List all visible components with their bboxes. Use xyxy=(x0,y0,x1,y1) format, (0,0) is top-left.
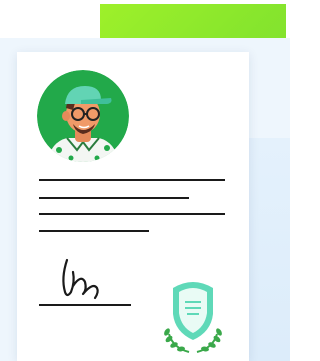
badge-seal-icon xyxy=(164,282,222,353)
document-card xyxy=(17,52,249,361)
text-line-1 xyxy=(39,179,225,181)
text-line-3 xyxy=(39,213,225,215)
certificate-illustration xyxy=(0,0,290,361)
signature-icon xyxy=(39,258,131,306)
text-line-2 xyxy=(39,197,189,199)
person-avatar-icon xyxy=(37,70,129,162)
text-line-4 xyxy=(39,230,149,232)
